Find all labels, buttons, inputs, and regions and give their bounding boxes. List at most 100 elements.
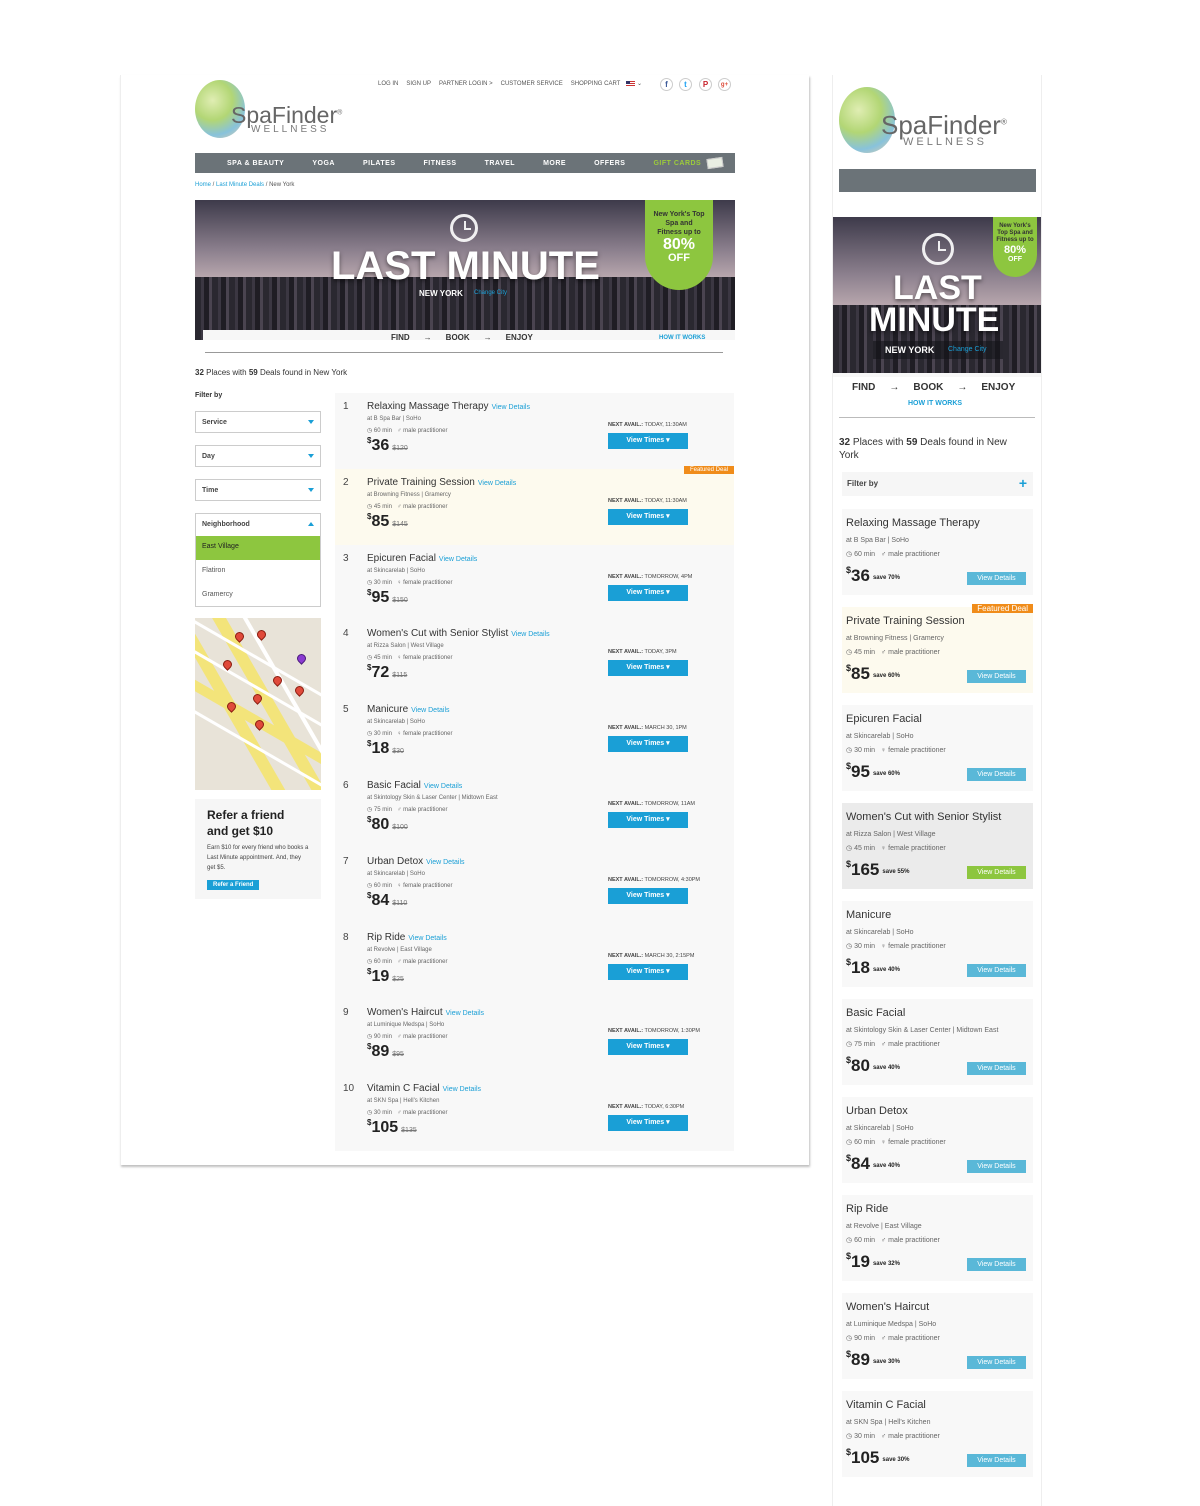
view-details-link[interactable]: View Details	[478, 480, 516, 487]
view-details-button[interactable]: View Details	[967, 1062, 1026, 1075]
listing-name[interactable]: Epicuren Facial	[367, 553, 436, 564]
pinterest-icon[interactable]: P	[699, 78, 712, 91]
spafinder-logo-mobile[interactable]: SpaFinder® WELLNESS	[837, 83, 1037, 155]
view-details-link[interactable]: View Details	[408, 935, 446, 942]
mobile-deal-card[interactable]: Women's Haircut at Luminique Medspa | SoH…	[842, 1293, 1033, 1379]
listing-name[interactable]: Private Training Session	[367, 477, 475, 488]
chevron-down-icon[interactable]: ⌄	[637, 80, 642, 87]
view-details-button[interactable]: View Details	[967, 572, 1026, 585]
listing-name[interactable]: Urban Detox	[367, 856, 423, 867]
view-details-link[interactable]: View Details	[411, 707, 449, 714]
mobile-deal-card[interactable]: Featured Deal Private Training Session at …	[842, 604, 1033, 693]
neighborhood-option-east-village[interactable]: East Village	[196, 536, 320, 560]
facebook-icon[interactable]: f	[660, 78, 673, 91]
listing-name[interactable]: Rip Ride	[367, 932, 405, 943]
nav-yoga[interactable]: YOGA	[312, 160, 335, 167]
view-times-button[interactable]: View Times ▾	[608, 812, 688, 828]
listing-row[interactable]: 7 Urban Detox View Details at Skincarelab |…	[335, 847, 734, 924]
login-link[interactable]: LOG IN	[378, 81, 398, 87]
mobile-deal-card[interactable]: Epicuren Facial at Skincarelab | SoHo ◷ 30…	[842, 705, 1033, 791]
card-title[interactable]: Epicuren Facial	[846, 713, 922, 725]
neighborhood-option-gramercy[interactable]: Gramercy	[196, 584, 320, 608]
card-title[interactable]: Relaxing Massage Therapy	[846, 517, 980, 529]
view-details-link[interactable]: View Details	[446, 1010, 484, 1017]
listing-row[interactable]: 5 Manicure View Details at Skincarelab | So…	[335, 696, 734, 773]
card-title[interactable]: Women's Haircut	[846, 1301, 929, 1313]
twitter-icon[interactable]: t	[679, 78, 692, 91]
view-times-button[interactable]: View Times ▾	[608, 736, 688, 753]
mobile-deal-card[interactable]: Basic Facial at Skintology Skin & Laser C…	[842, 999, 1033, 1085]
listing-name[interactable]: Vitamin C Facial	[367, 1083, 440, 1094]
nav-more[interactable]: MORE	[543, 160, 566, 167]
listing-row[interactable]: 1 Relaxing Massage Therapy View Details at …	[335, 393, 734, 469]
mobile-how-it-works-link[interactable]: HOW IT WORKS	[908, 400, 962, 407]
view-details-link[interactable]: View Details	[492, 404, 530, 411]
signup-link[interactable]: SIGN UP	[406, 81, 431, 87]
neighborhood-select[interactable]: Neighborhood East Village Flatiron Grame…	[195, 513, 321, 607]
listing-row[interactable]: 9 Women's Haircut View Details at Luminique…	[335, 999, 734, 1076]
breadcrumb-home[interactable]: Home	[195, 182, 211, 188]
listing-name[interactable]: Relaxing Massage Therapy	[367, 401, 489, 412]
view-details-button[interactable]: View Details	[967, 1356, 1026, 1369]
view-details-button[interactable]: View Details	[967, 1160, 1026, 1173]
view-times-button[interactable]: View Times ▾	[608, 1115, 688, 1132]
view-details-link[interactable]: View Details	[511, 631, 549, 638]
listing-row[interactable]: 3 Epicuren Facial View Details at Skincarel…	[335, 544, 734, 621]
view-times-button[interactable]: View Times ▾	[608, 433, 688, 449]
view-details-link[interactable]: View Details	[443, 1086, 481, 1093]
view-times-button[interactable]: View Times ▾	[608, 584, 688, 601]
view-details-button[interactable]: View Details	[967, 866, 1026, 879]
view-details-link[interactable]: View Details	[439, 556, 477, 563]
mobile-deal-card[interactable]: Rip Ride at Revolve | East Village ◷ 60 mi…	[842, 1195, 1033, 1281]
mobile-nav-bar[interactable]	[839, 169, 1036, 192]
mobile-deal-card[interactable]: Manicure at Skincarelab | SoHo ◷ 30 min ♀ …	[842, 901, 1033, 987]
map-pin-selected-icon[interactable]	[295, 652, 308, 665]
view-details-button[interactable]: View Details	[967, 670, 1026, 683]
neighborhood-option-flatiron[interactable]: Flatiron	[196, 560, 320, 584]
listing-name[interactable]: Basic Facial	[367, 780, 421, 791]
listing-row[interactable]: 4 Women's Cut with Senior Stylist View Det…	[335, 620, 734, 697]
customer-service-link[interactable]: CUSTOMER SERVICE	[501, 81, 563, 87]
service-select[interactable]: Service	[195, 411, 321, 433]
nav-offers[interactable]: OFFERS	[594, 160, 625, 167]
view-times-button[interactable]: View Times ▾	[608, 660, 688, 677]
listing-name[interactable]: Women's Haircut	[367, 1007, 443, 1018]
mobile-deal-card[interactable]: Vitamin C Facial at SKN Spa | Hell's Kitc…	[842, 1391, 1033, 1477]
view-times-button[interactable]: View Times ▾	[608, 963, 688, 980]
view-details-button[interactable]: View Details	[967, 1258, 1026, 1271]
breadcrumb-deals[interactable]: Last Minute Deals	[216, 182, 264, 188]
nav-spa-beauty[interactable]: SPA & BEAUTY	[227, 160, 284, 167]
us-flag-icon[interactable]	[626, 81, 635, 87]
googleplus-icon[interactable]: g+	[718, 78, 731, 91]
how-it-works-link[interactable]: HOW IT WORKS	[659, 335, 705, 341]
card-title[interactable]: Vitamin C Facial	[846, 1399, 926, 1411]
day-select[interactable]: Day	[195, 445, 321, 467]
nav-gift-cards[interactable]: GIFT CARDS	[653, 160, 701, 167]
nav-fitness[interactable]: FITNESS	[424, 160, 457, 167]
listing-name[interactable]: Women's Cut with Senior Stylist	[367, 628, 508, 639]
partner-login-link[interactable]: PARTNER LOGIN >	[439, 81, 493, 87]
card-title[interactable]: Manicure	[846, 909, 891, 921]
mobile-deal-card[interactable]: Relaxing Massage Therapy at B Spa Bar | S…	[842, 509, 1033, 595]
view-times-button[interactable]: View Times ▾	[608, 1039, 688, 1056]
listing-row[interactable]: 8 Rip Ride View Details at Revolve | East V…	[335, 923, 734, 1000]
view-times-button[interactable]: View Times ▾	[608, 887, 688, 904]
nav-pilates[interactable]: PILATES	[363, 160, 396, 167]
plus-icon[interactable]: +	[1019, 475, 1027, 491]
view-times-button[interactable]: View Times ▾	[608, 508, 688, 525]
listing-row[interactable]: 10 Vitamin C Facial View Details at SKN Spa…	[335, 1075, 734, 1152]
map[interactable]	[195, 618, 321, 790]
view-details-button[interactable]: View Details	[967, 768, 1026, 781]
shopping-cart-link[interactable]: SHOPPING CART	[571, 81, 621, 87]
change-city-link[interactable]: Change City	[474, 290, 507, 296]
view-details-button[interactable]: View Details	[967, 964, 1026, 977]
card-title[interactable]: Urban Detox	[846, 1105, 908, 1117]
mobile-filter-bar[interactable]: Filter by +	[842, 472, 1033, 496]
card-title[interactable]: Women's Cut with Senior Stylist	[846, 811, 1001, 823]
mobile-deal-card[interactable]: Urban Detox at Skincarelab | SoHo ◷ 60 min…	[842, 1097, 1033, 1183]
listing-name[interactable]: Manicure	[367, 704, 408, 715]
card-title[interactable]: Basic Facial	[846, 1007, 905, 1019]
view-details-link[interactable]: View Details	[424, 783, 462, 790]
listing-row[interactable]: 6 Basic Facial View Details at Skintology S…	[335, 772, 734, 848]
time-select[interactable]: Time	[195, 479, 321, 501]
